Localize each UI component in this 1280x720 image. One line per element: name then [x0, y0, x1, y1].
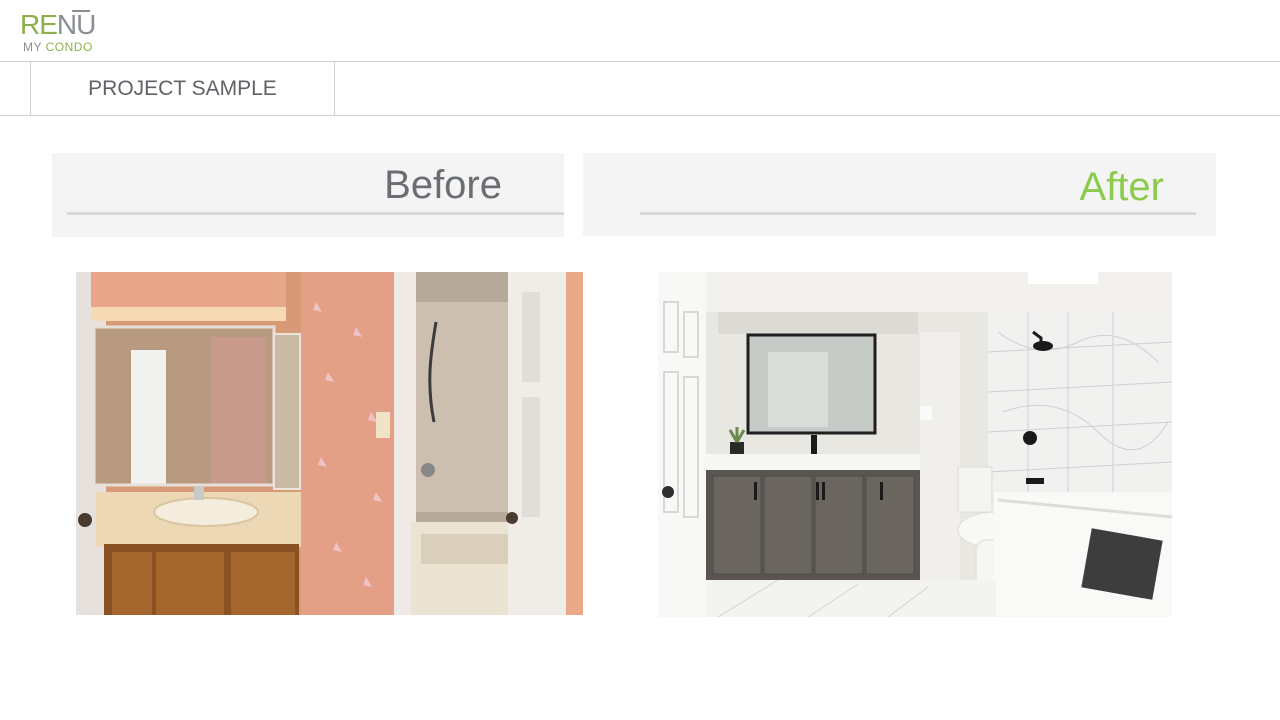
logo-subtitle: MY CONDO	[23, 40, 93, 54]
before-underline	[67, 212, 564, 215]
logo-brand-part1: RE	[20, 9, 58, 40]
after-photo	[658, 272, 1172, 617]
before-bathroom-illustration	[76, 272, 583, 615]
logo-wordmark: RENU	[20, 9, 96, 40]
after-underline	[640, 212, 1196, 215]
header-bottom-divider	[0, 115, 1280, 116]
before-label: Before	[384, 163, 502, 207]
title-right-divider	[334, 61, 335, 116]
before-photo	[76, 272, 583, 615]
after-bathroom-illustration	[658, 272, 1172, 617]
logo-sub-part1: MY	[23, 40, 46, 54]
logo-brand-part2: NU	[56, 9, 96, 40]
after-label-panel: After	[583, 153, 1216, 236]
logo-macron	[72, 10, 90, 12]
before-label-panel: Before	[52, 153, 564, 237]
renu-my-condo-logo[interactable]: RENU MY CONDO	[20, 9, 100, 55]
after-label: After	[1079, 165, 1164, 209]
logo-sub-part2: CONDO	[45, 40, 93, 54]
section-title: PROJECT SAMPLE	[88, 76, 277, 100]
